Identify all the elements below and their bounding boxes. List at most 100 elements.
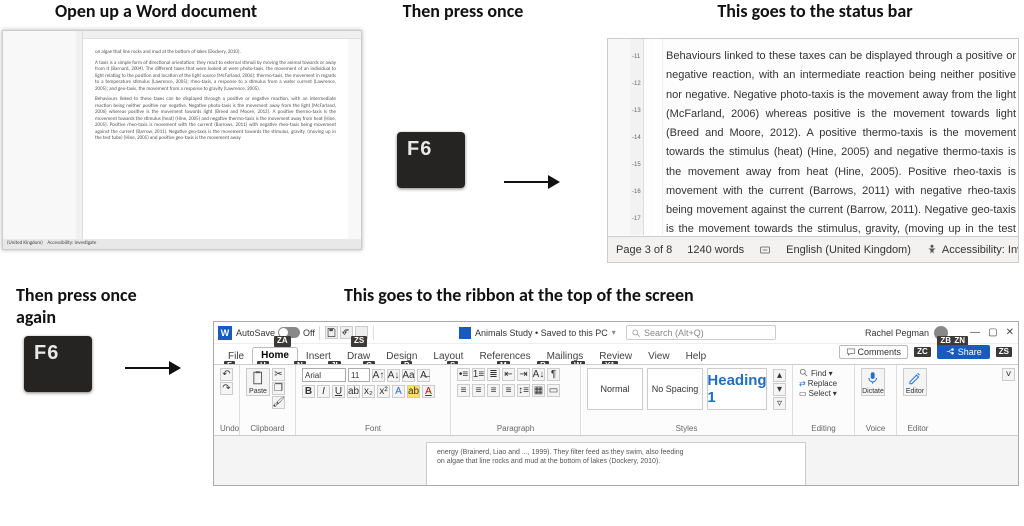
style-no-spacing[interactable]: No Spacing — [647, 368, 703, 410]
paste-button[interactable]: Paste — [246, 368, 270, 396]
status-accessibility: Accessibility: Investigate — [47, 240, 96, 246]
bold-icon[interactable]: B — [302, 385, 315, 398]
shrink-font-icon[interactable]: A↓ — [387, 369, 400, 382]
borders-icon[interactable]: ▭ — [547, 384, 560, 397]
word-app-icon: W — [218, 326, 232, 340]
group-label-editing: Editing — [799, 424, 848, 435]
word-status-bar[interactable]: Page 3 of 8 1240 words English (United K… — [608, 236, 1018, 262]
line-spacing-icon[interactable]: ↕≡ — [517, 384, 530, 397]
caption-ribbon: This goes to the ribbon at the top of th… — [344, 284, 694, 306]
show-marks-icon[interactable]: ¶ — [547, 368, 560, 381]
superscript-icon[interactable]: x² — [377, 385, 390, 398]
doc-paragraph: on algae that line rocks and mud at the … — [95, 49, 336, 56]
status-accessibility[interactable]: Accessibility: Investigate — [926, 244, 1019, 256]
status-words[interactable]: 1240 words — [687, 244, 744, 256]
styles-gallery[interactable]: Normal No Spacing Heading 1 ▴ ▾ ▿ — [587, 368, 786, 410]
clear-format-icon[interactable]: A̶ — [417, 369, 430, 382]
shading-icon[interactable]: ▦ — [532, 384, 545, 397]
font-color-icon[interactable]: A — [422, 385, 435, 398]
maximize-icon[interactable]: ▢ — [988, 327, 997, 338]
share-icon — [945, 347, 955, 357]
tab-view[interactable]: View — [640, 349, 678, 364]
status-page[interactable]: Page 3 of 8 — [616, 244, 672, 256]
bullets-icon[interactable]: •≡ — [457, 368, 470, 381]
f6-key[interactable]: F6 — [24, 336, 92, 392]
styles-scroll-up-icon[interactable]: ▴ — [773, 369, 786, 382]
format-painter-icon[interactable]: 🖌 — [272, 396, 285, 409]
styles-scroll-down-icon[interactable]: ▾ — [773, 383, 786, 396]
text-effects-icon[interactable]: A — [392, 385, 405, 398]
strike-icon[interactable]: ab — [347, 385, 360, 398]
group-label-font: Font — [302, 424, 444, 435]
decrease-indent-icon[interactable]: ⇤ — [502, 368, 515, 381]
status-language[interactable]: English (United Kingdom) — [786, 244, 911, 256]
underline-icon[interactable]: U — [332, 385, 345, 398]
replace-button[interactable]: ⇄Replace — [799, 379, 848, 388]
redo-icon[interactable]: ↷ — [220, 382, 233, 395]
align-center-icon[interactable]: ≡ — [472, 384, 485, 397]
undo-icon[interactable]: ↶ — [220, 368, 233, 381]
title-bar: W AutoSave Off ZA ZS Animals Study • Sav… — [214, 322, 1018, 344]
save-icon[interactable] — [325, 326, 338, 339]
minimize-icon[interactable]: — — [970, 327, 980, 338]
group-label-undo: Undo — [220, 424, 233, 435]
multilevel-icon[interactable]: ≣ — [487, 368, 500, 381]
cut-icon[interactable]: ✂ — [272, 368, 285, 381]
editor-icon — [907, 369, 922, 387]
accessibility-icon — [926, 244, 938, 256]
arrow-icon — [123, 352, 181, 387]
doc-line: on algae that line rocks and mud at the … — [437, 457, 795, 466]
font-size-combo[interactable]: 11 — [348, 368, 370, 382]
dictate-button[interactable]: Dictate — [861, 368, 885, 396]
paste-icon — [250, 369, 265, 387]
copy-icon[interactable]: ❐ — [272, 382, 285, 395]
justify-icon[interactable]: ≡ — [502, 384, 515, 397]
change-case-icon[interactable]: Aa — [402, 369, 415, 382]
styles-more-icon[interactable]: ▿ — [773, 397, 786, 410]
numbering-icon[interactable]: 1≡ — [472, 368, 485, 381]
window-controls[interactable]: — ▢ ✕ — [970, 327, 1014, 338]
italic-icon[interactable]: I — [317, 385, 330, 398]
style-normal[interactable]: Normal — [587, 368, 643, 410]
caption-then-press-1: Then press once — [378, 0, 548, 22]
ribbon-tabs: File Home Insert Draw Design Layout Refe… — [214, 344, 1018, 364]
document-text: Behaviours linked to these taxes can be … — [666, 47, 1018, 235]
account[interactable]: Rachel Pegman — [865, 326, 948, 340]
comments-button[interactable]: Comments — [839, 345, 909, 359]
group-label-clipboard: Clipboard — [246, 424, 289, 435]
subscript-icon[interactable]: x₂ — [362, 385, 375, 398]
align-left-icon[interactable]: ≡ — [457, 384, 470, 397]
group-label-voice: Voice — [861, 424, 890, 435]
increase-indent-icon[interactable]: ⇥ — [517, 368, 530, 381]
document-icon — [459, 327, 471, 339]
tab-help[interactable]: Help — [678, 349, 715, 364]
sort-icon[interactable]: A↓ — [532, 368, 545, 381]
select-button[interactable]: ▭Select ▾ — [799, 389, 848, 398]
close-icon[interactable]: ✕ — [1006, 327, 1014, 338]
doc-paragraph: Behaviours linked to these taxes can be … — [95, 96, 336, 142]
arrow-icon — [502, 166, 560, 201]
vertical-ruler: -11 -12 -13 -14 -15 -16 -17 — [630, 39, 644, 235]
search-icon — [631, 328, 641, 338]
word-status-bar-screenshot: -11 -12 -13 -14 -15 -16 -17 Behaviours l… — [607, 38, 1019, 263]
align-right-icon[interactable]: ≡ — [487, 384, 500, 397]
highlight-icon[interactable]: ab — [407, 385, 420, 398]
grow-font-icon[interactable]: A↑ — [372, 369, 385, 382]
font-name-combo[interactable]: Arial — [302, 368, 346, 382]
share-button[interactable]: Share — [937, 345, 990, 359]
group-label-styles: Styles — [587, 424, 786, 435]
word-document-screenshot: on algae that line rocks and mud at the … — [2, 30, 362, 250]
f6-key[interactable]: F6 — [397, 132, 465, 188]
status-text-predictions-icon[interactable] — [759, 244, 771, 256]
collapse-ribbon-icon[interactable]: ˅ — [1002, 368, 1015, 381]
document-title[interactable]: Animals Study • Saved to this PC ▾ — [459, 327, 616, 339]
style-heading-1[interactable]: Heading 1 — [707, 368, 767, 410]
ribbon-home-panel: ↶ ↷ Undo Paste ✂ ❐ 🖌 — [214, 364, 1018, 436]
editor-button[interactable]: Editor — [903, 368, 927, 396]
caption-open: Open up a Word document — [55, 0, 257, 22]
search-icon — [799, 368, 809, 378]
word-ribbon-screenshot: W AutoSave Off ZA ZS Animals Study • Sav… — [213, 321, 1019, 486]
find-button[interactable]: Find ▾ — [799, 368, 848, 378]
group-label-editor: Editor — [903, 424, 933, 435]
search-box[interactable]: Search (Alt+Q) — [626, 325, 776, 340]
